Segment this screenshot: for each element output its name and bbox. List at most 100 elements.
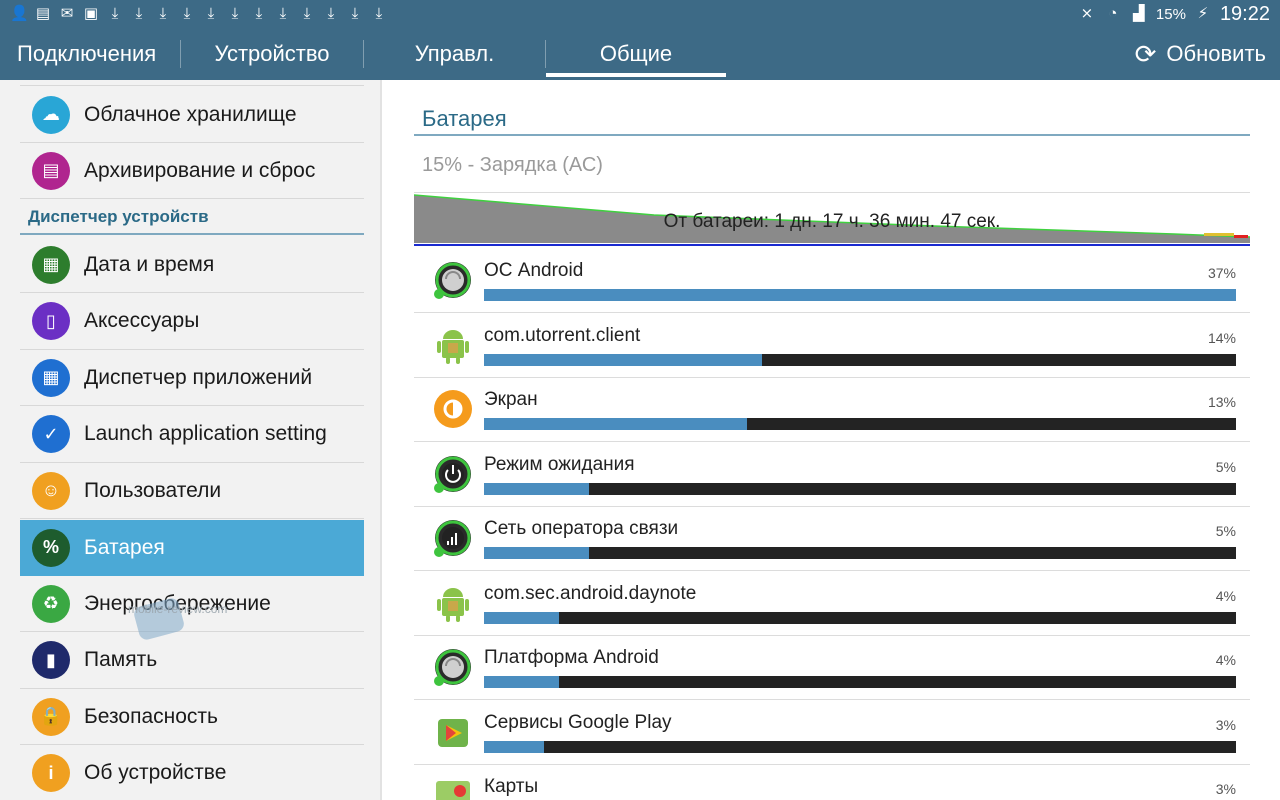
usage-percent: 5% [1215,458,1236,475]
section-header: Диспетчер устройств [20,205,364,235]
standby-icon [432,453,474,495]
usage-row[interactable]: ОС Android 37% [414,249,1250,313]
sidebar-item-label: Пользователи [84,478,222,502]
battery-percent: 15% [1155,5,1186,23]
battery-graph[interactable]: От батареи: 1 дн. 17 ч. 36 мин. 47 сек. [413,193,1251,247]
usage-name: Платформа Android [484,647,659,668]
usage-percent: 37% [1207,265,1236,281]
usage-row[interactable]: Сеть оператора связи 5% [414,507,1250,571]
android-app-icon [432,582,474,624]
download-icon: ⤓ [303,5,311,22]
usage-bar [484,676,1236,688]
usage-bar [484,289,1236,301]
tab-device[interactable]: Устройство [181,28,363,80]
image-icon: ▣ [83,5,99,22]
sidebar-item[interactable]: ▤ Архивирование и сброс [20,143,364,199]
sidebar-item[interactable]: ☺ Пользователи [20,463,364,519]
usage-row[interactable]: com.utorrent.client 14% [414,314,1250,378]
tab-label: Общие [599,41,673,66]
sidebar-item[interactable]: 🔒 Безопасность [20,689,364,745]
sidebar-item-label: Launch application setting [84,422,327,445]
tab-label: Устройство [214,41,330,66]
watermark: mobile-review.com [128,602,228,616]
usage-bar-fill [484,353,763,366]
usage-percent: 13% [1207,394,1236,410]
usage-percent: 3% [1215,781,1236,797]
download-icon: ⤓ [183,5,191,22]
backup-icon: ▤ [32,151,70,190]
divider [20,85,364,86]
battery-charging-icon: ⚡ [1197,5,1209,22]
calendar-clock-icon: ▦ [32,245,70,284]
sidebar-item[interactable]: ☁ Облачное хранилище [20,87,364,143]
tab-label: Управл. [414,41,495,66]
usage-name: Экран [484,389,538,410]
usage-row[interactable]: Режим ожидания 5% [414,443,1250,507]
usage-bar-fill [484,418,748,430]
usage-percent: 4% [1215,652,1236,668]
memory-card-icon: ▮ [32,641,70,679]
usage-bar [484,740,1236,753]
usage-name: com.sec.android.daynote [484,582,697,604]
tab-label: Подключения [17,41,157,66]
download-icon: ⤓ [279,5,287,22]
sidebar-item[interactable]: ▯ Аксессуары [20,294,364,350]
usage-name: ОС Android [484,260,584,281]
tab-general[interactable]: Общие [546,28,726,80]
usage-percent: 3% [1215,716,1236,733]
usage-percent: 4% [1215,587,1236,604]
download-icon: ⤓ [111,5,119,22]
sidebar-item-label: Аксессуары [84,309,200,332]
clock: 19:22 [1219,2,1270,25]
apps-grid-icon: ▦ [32,358,70,397]
sidebar-item-label: Архивирование и сброс [84,158,316,182]
sidebar-item[interactable]: ▮ Память [20,633,364,689]
page-title: Батарея [414,106,1250,136]
usage-bar [484,611,1236,624]
charge-status: 15% - Зарядка (АС) [422,154,603,176]
tab-bar: Подключения Устройство Управл. Общие ⟳ О… [0,28,1280,80]
usage-bar-fill [484,547,590,559]
cloud-sync-icon: ☁ [32,95,70,134]
accessory-icon: ▯ [32,302,70,340]
sidebar-item[interactable]: ▦ Дата и время [20,237,364,293]
cell-network-icon [432,517,474,559]
usage-name: com.utorrent.client [484,324,641,346]
google-play-services-icon [432,711,474,753]
usage-row[interactable]: Карты 3% [414,765,1250,800]
download-icon: ⤓ [351,5,359,22]
android-os-icon [432,259,474,301]
usage-bar-fill [484,611,560,624]
usage-bar-fill [484,676,560,688]
sidebar-item-label: Безопасность [84,704,218,728]
mail-icon: ✉ [60,5,74,22]
download-icon: ⤓ [255,5,263,22]
sidebar-item-label: Об устройстве [84,761,227,784]
usage-name: Карты [484,776,539,797]
settings-sidebar[interactable]: Диспетчер устройств ☁ Облачное хранилище ▤… [0,80,382,800]
usage-bar-fill [484,289,1236,301]
status-indicators: ⨯ ◔ ▟ 15% ⚡ 19:22 [1078,0,1280,28]
sidebar-item-label: Облачное хранилище [84,102,297,126]
download-icon: ⤓ [375,5,383,22]
tab-controls[interactable]: Управл. [364,28,545,80]
refresh-icon: ⟳ [1134,38,1157,69]
usage-row[interactable]: Сервисы Google Play 3% [414,701,1250,765]
usage-bar [484,482,1236,495]
sidebar-item-label: Память [84,648,158,671]
usage-percent: 5% [1215,523,1236,539]
sidebar-item[interactable]: ▦ Диспетчер приложений [20,350,364,406]
sim-icon: ▤ [35,5,51,22]
refresh-button[interactable]: ⟳ Обновить [1135,28,1280,80]
sidebar-item[interactable]: % Батарея [20,519,364,576]
usage-row[interactable]: Экран 13% [414,378,1250,442]
signal-icon: ▟ [1133,5,1145,22]
sidebar-item[interactable]: i Об устройстве [20,746,364,800]
sidebar-item[interactable]: ✓ Launch application setting [20,407,364,463]
download-icon: ⤓ [327,5,335,22]
graph-low-segment [1234,235,1248,238]
tab-connections[interactable]: Подключения [0,28,180,80]
usage-row[interactable]: Платформа Android 4% [414,636,1250,700]
usage-row[interactable]: com.sec.android.daynote 4% [414,572,1250,636]
usage-name: Сеть оператора связи [484,518,679,539]
